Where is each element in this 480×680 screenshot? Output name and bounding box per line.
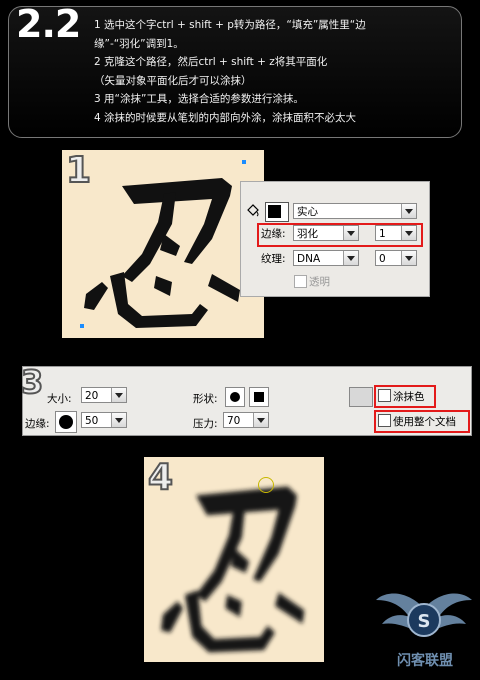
svg-text:S: S [418, 611, 431, 632]
chevron-down-icon [111, 388, 126, 402]
smear-color-label: 涂抹色 [393, 391, 425, 403]
fill-type-select[interactable]: 实心 [293, 203, 417, 219]
size-field[interactable]: 20 [81, 387, 127, 403]
character-glyph [84, 178, 240, 328]
whole-doc-label: 使用整个文档 [393, 416, 456, 428]
chevron-down-icon [343, 251, 358, 265]
site-logo: S 闪客联盟 [374, 578, 474, 674]
edge-amount-field[interactable]: 1 [375, 225, 417, 241]
whole-doc-checkbox[interactable] [378, 414, 391, 427]
fill-properties-panel: 实心 边缘: 羽化 1 纹理: DNA 0 透明 [240, 181, 430, 297]
selection-handle[interactable] [242, 160, 246, 164]
edge-label: 边缘: [25, 418, 50, 430]
logo-text: 闪客联盟 [397, 653, 453, 669]
smudge-tool-options: 3 大小: 20 边缘: 50 形状: 压力: 70 涂抹色 使用整个文档 [20, 362, 472, 436]
brush-cursor-icon [258, 477, 274, 493]
instruction-line: 缘”-“羽化”调到1。 [94, 37, 184, 50]
smear-color-swatch[interactable] [349, 387, 373, 407]
chevron-down-icon [401, 204, 416, 218]
step-number: 2.2 [16, 2, 81, 46]
instruction-line: （矢量对象平面化后才可以涂抹） [94, 74, 252, 87]
edge-label: 边缘: [261, 228, 286, 240]
smear-color-checkbox[interactable] [378, 389, 391, 402]
shape-label: 形状: [193, 393, 218, 405]
smudged-character-glyph [161, 486, 305, 653]
instruction-line: 3 用“涂抹”工具，选择合适的参数进行涂抹。 [94, 93, 304, 105]
edge-preview[interactable] [55, 411, 77, 433]
texture-amount-field[interactable]: 0 [375, 250, 417, 266]
paint-bucket-icon [245, 202, 261, 218]
instruction-line: 1 选中这个字ctrl + shift + p转为路径，“填充”属性里“边 [94, 19, 366, 31]
edge-amount-field[interactable]: 50 [81, 412, 127, 428]
step3-number: 3 [20, 362, 44, 402]
transparent-checkbox[interactable] [294, 275, 307, 288]
chevron-down-icon [111, 413, 126, 427]
size-label: 大小: [47, 393, 72, 405]
fill-color-swatch[interactable] [265, 202, 289, 222]
instruction-list: 1 选中这个字ctrl + shift + p转为路径，“填充”属性里“边 缘”… [94, 16, 454, 127]
chevron-down-icon [401, 251, 416, 265]
edge-select[interactable]: 羽化 [293, 225, 359, 241]
square-shape-button[interactable] [249, 387, 269, 407]
round-shape-button[interactable] [225, 387, 245, 407]
chevron-down-icon [343, 226, 358, 240]
chevron-down-icon [401, 226, 416, 240]
canvas-step1: 1 [62, 149, 264, 338]
chevron-down-icon [253, 413, 268, 427]
instruction-line: 2 克隆这个路径，然后ctrl + shift + z将其平面化 [94, 56, 328, 68]
transparent-label: 透明 [309, 276, 330, 288]
instruction-line: 4 涂抹的时候要从笔划的内部向外涂，涂抹面积不必太大 [94, 111, 357, 124]
texture-label: 纹理: [261, 253, 286, 265]
pressure-field[interactable]: 70 [223, 412, 269, 428]
texture-select[interactable]: DNA [293, 250, 359, 266]
pressure-label: 压力: [193, 418, 218, 430]
canvas-step4: 4 [144, 456, 324, 662]
selection-handle[interactable] [80, 324, 84, 328]
